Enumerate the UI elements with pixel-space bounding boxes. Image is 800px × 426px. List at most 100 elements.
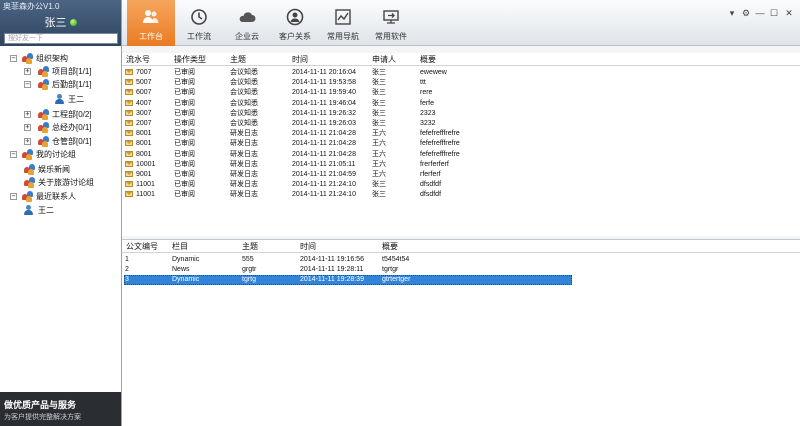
table-cell: 张三: [372, 120, 386, 127]
table-row[interactable]: 7007 已审阅 会议知悉 2014-11-11 20:16:04 张三 ewewew: [122, 68, 800, 77]
gear-icon[interactable]: ⚙: [741, 8, 751, 18]
table-row[interactable]: 1 Dynamic 555 2014-11-11 19:16:56 t5454t54: [122, 255, 800, 264]
table-cell: 2014-11-11 21:04:28: [292, 130, 356, 138]
tree-group-8[interactable]: 娱乐新闻: [0, 163, 121, 176]
tree-label: 项目部[1/1]: [52, 67, 92, 76]
column-header[interactable]: 时间: [300, 241, 316, 252]
column-header[interactable]: 概要: [382, 241, 398, 252]
table-row[interactable]: 6007 已审阅 会议知悉 2014-11-11 19:59:40 张三 rere: [122, 88, 800, 97]
table-cell: 1: [125, 256, 129, 263]
tree-group-7[interactable]: − 我的讨论组: [0, 148, 121, 161]
table-cell: 已审阅: [174, 109, 195, 117]
table-cell: 会议知悉: [230, 89, 258, 97]
tree-group-5[interactable]: + 总经办[0/1]: [0, 121, 121, 134]
tree-group-1[interactable]: + 项目部[1/1]: [0, 65, 121, 78]
tree-group-9[interactable]: 关于旅游讨论组: [0, 176, 121, 189]
collapse-icon[interactable]: −: [24, 81, 31, 88]
table-row[interactable]: 8001 已审阅 研发日志 2014-11-11 21:04:28 王六 fefefref…: [122, 150, 800, 159]
maximize-icon[interactable]: ☐: [769, 8, 779, 18]
table-row[interactable]: 10001 已审阅 研发日志 2014-11-11 21:05:11 王六 frerfer…: [122, 160, 800, 169]
tree-group-4[interactable]: + 工程部[0/2]: [0, 108, 121, 121]
column-header[interactable]: 栏目: [172, 241, 188, 252]
table-row[interactable]: 2 News grgtr 2014-11-11 19:28:11 tgrtgr: [122, 265, 800, 274]
table-cell: 王六: [372, 171, 386, 178]
tree-group-2[interactable]: − 后勤部[1/1]: [0, 78, 121, 91]
tab-workbench[interactable]: 工作台: [127, 0, 175, 46]
online-status-icon[interactable]: [69, 19, 77, 26]
table-cell: 已审阅: [174, 99, 195, 107]
table-cell: ferfe: [420, 99, 435, 107]
column-header[interactable]: 操作类型: [174, 54, 206, 65]
table-cell: 11001: [136, 181, 155, 189]
user-icon: [24, 205, 33, 216]
close-icon[interactable]: ✕: [784, 8, 794, 18]
column-header[interactable]: 申请人: [372, 54, 396, 65]
column-header[interactable]: 流水号: [126, 54, 150, 65]
mail-icon: [125, 120, 133, 126]
user-status[interactable]: 张三: [0, 14, 121, 30]
table-row[interactable]: 2007 已审阅 会议知悉 2014-11-11 19:26:03 张三 3232: [122, 119, 800, 128]
collapse-icon[interactable]: −: [10, 193, 17, 200]
table-row[interactable]: 8001 已审阅 研发日志 2014-11-11 21:04:28 王六 fefefref…: [122, 129, 800, 138]
tab-common-navigation[interactable]: 常用导航: [319, 0, 367, 46]
column-header[interactable]: 概要: [420, 54, 436, 65]
table-cell: 2014-11-11 19:53:58: [292, 79, 356, 87]
tree-user-11[interactable]: 王二: [0, 204, 121, 217]
table-row[interactable]: 5007 已审阅 会议知悉 2014-11-11 19:53:58 张三 ttt: [122, 78, 800, 87]
tree-group-6[interactable]: + 仓管部[0/1]: [0, 135, 121, 148]
expand-icon[interactable]: +: [24, 124, 31, 131]
table-cell: 会议知悉: [230, 99, 258, 107]
table-cell: 555: [242, 256, 254, 263]
table-cell: 8001: [136, 140, 152, 148]
table-cell: 8001: [136, 130, 152, 138]
tree-user-3[interactable]: 王二: [0, 93, 121, 106]
tab-customer-relations[interactable]: 客户关系: [271, 0, 319, 46]
table-row[interactable]: 8001 已审阅 研发日志 2014-11-11 21:04:28 王六 fefefref…: [122, 139, 800, 148]
menu-icon[interactable]: ▾: [727, 8, 737, 18]
tab-workflow[interactable]: 工作流: [175, 0, 223, 46]
tree-group-0[interactable]: − 组织架构: [0, 52, 121, 65]
table-cell: tgrtg: [242, 276, 257, 283]
tab-label: 工作台: [139, 32, 163, 41]
tree-label: 我的讨论组: [36, 150, 76, 159]
column-header[interactable]: 主题: [242, 241, 258, 252]
table-row[interactable]: 11001 已审阅 研发日志 2014-11-11 21:24:10 张三 dfsdfdf: [122, 180, 800, 189]
tree-label: 王二: [68, 95, 84, 104]
group-icon: [24, 177, 36, 188]
table-cell: 7007: [136, 69, 152, 76]
table-row[interactable]: 4007 已审阅 会议知悉 2014-11-11 19:46:04 张三 ferfe: [122, 99, 800, 108]
collapse-icon[interactable]: −: [10, 151, 17, 158]
minimize-icon[interactable]: —: [755, 8, 765, 18]
column-header[interactable]: 公文编号: [126, 241, 158, 252]
tab-label: 工作流: [187, 32, 211, 41]
friend-search-input[interactable]: [4, 33, 118, 44]
table-row-selected[interactable]: 3 Dynamic tgrtg 2014-11-11 19:28:39 gtrtertg…: [122, 275, 800, 285]
mail-icon: [125, 109, 133, 116]
mail-icon: [125, 171, 133, 177]
tree-label: 组织架构: [36, 54, 68, 63]
promo-banner: 做优质产品与服务 为客户提供完整解决方案: [0, 392, 121, 426]
group-icon: [38, 66, 50, 77]
column-header[interactable]: 主题: [230, 54, 246, 65]
expand-icon[interactable]: +: [24, 111, 31, 118]
table-cell: 已审阅: [174, 79, 195, 87]
table-cell: 2014-11-11 19:26:03: [292, 120, 356, 127]
table-row[interactable]: 11001 已审阅 研发日志 2014-11-11 21:24:10 张三 dfsdfdf: [122, 190, 800, 199]
table-row[interactable]: 9001 已审阅 研发日志 2014-11-11 21:04:59 王六 rferferf: [122, 170, 800, 179]
group-icon: [38, 109, 50, 120]
expand-icon[interactable]: +: [24, 68, 31, 75]
tree-group-10[interactable]: − 最近联系人: [0, 190, 121, 203]
table-cell: 张三: [372, 191, 386, 199]
table-cell: 2014-11-11 19:26:32: [292, 109, 356, 117]
column-header[interactable]: 时间: [292, 54, 308, 65]
table-cell: 2014-11-11 21:24:10: [292, 181, 356, 189]
tree-label: 娱乐新闻: [38, 165, 70, 174]
table-cell: 张三: [372, 181, 386, 189]
table-row[interactable]: 3007 已审阅 会议知悉 2014-11-11 19:26:32 张三 2323: [122, 109, 800, 118]
expand-icon[interactable]: +: [24, 138, 31, 145]
collapse-icon[interactable]: −: [10, 55, 17, 62]
tab-enterprise-cloud[interactable]: 企业云: [223, 0, 271, 46]
clock-icon: [191, 9, 207, 25]
group-icon: [38, 136, 50, 147]
tab-common-software[interactable]: 常用软件: [367, 0, 415, 46]
